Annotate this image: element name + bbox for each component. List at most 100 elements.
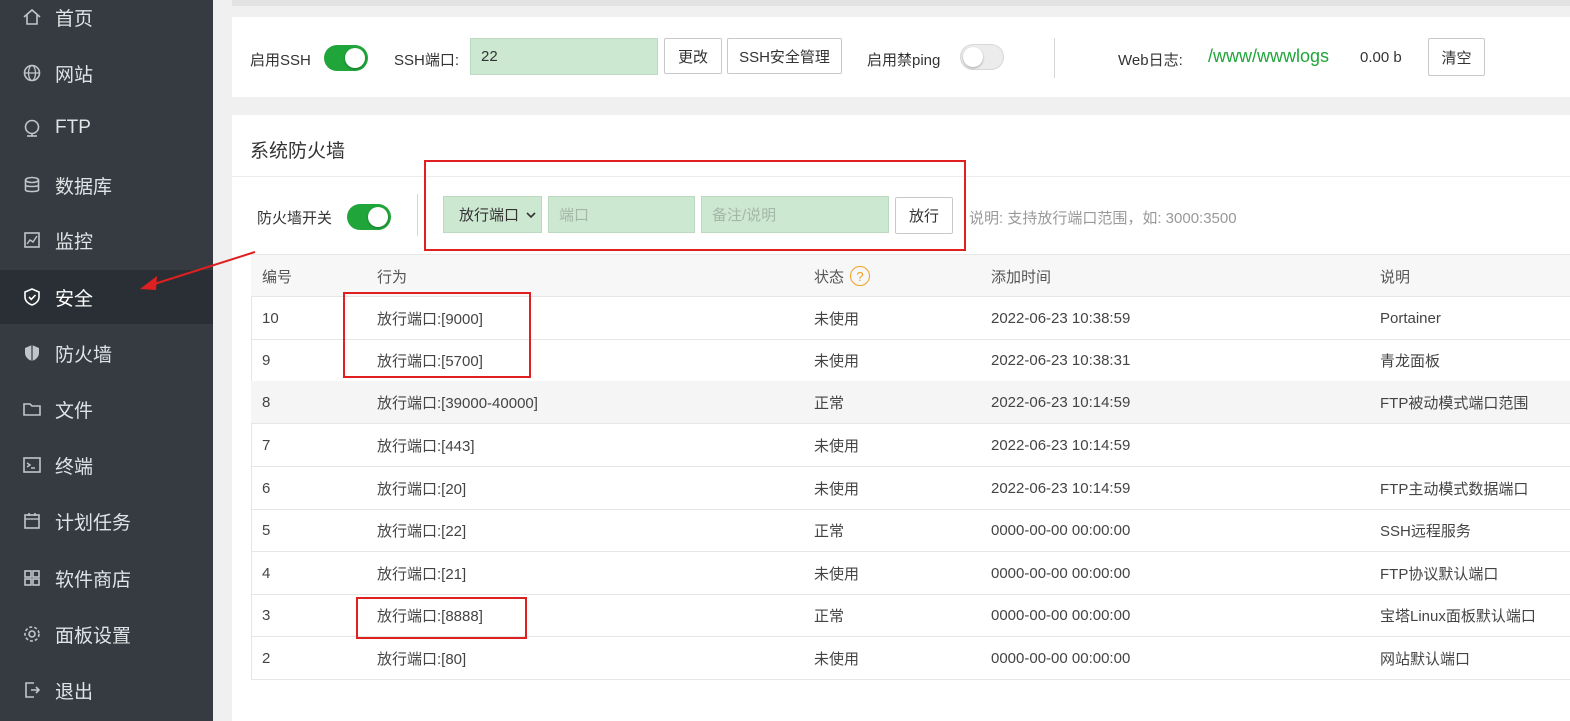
top-strip [232, 0, 1570, 6]
cell-id: 5 [262, 521, 271, 539]
divider [417, 194, 418, 236]
ssh-port-input[interactable]: 22 [470, 38, 658, 75]
ssh-security-manage-button[interactable]: SSH安全管理 [727, 38, 842, 74]
firewall-switch-label: 防火墙开关 [257, 210, 333, 227]
sidebar-item-firewall[interactable]: 防火墙 [0, 326, 213, 380]
gear-icon [22, 624, 42, 644]
cell-action: 放行端口:[80] [377, 650, 467, 668]
sidebar-item-website[interactable]: 网站 [0, 46, 213, 100]
cell-status: 未使用 [814, 437, 860, 455]
logout-icon [22, 680, 42, 700]
sidebar-item-label: 面板设置 [55, 625, 132, 647]
table-row[interactable]: 4 放行端口:[21] 未使用 0000-00-00 00:00:00 FTP协… [251, 552, 1570, 595]
cell-status: 正常 [814, 607, 845, 625]
sidebar-item-label: 退出 [55, 681, 94, 703]
cell-note: Portainer [1380, 309, 1441, 327]
sidebar-item-label: 文件 [55, 400, 94, 422]
sidebar-item-label: 安全 [55, 288, 94, 310]
header-id: 编号 [262, 268, 293, 286]
sidebar-item-label: 计划任务 [55, 512, 132, 534]
sidebar-item-label: 软件商店 [55, 569, 132, 591]
clear-log-button[interactable]: 清空 [1428, 38, 1485, 76]
database-icon [22, 175, 42, 195]
sidebar-item-database[interactable]: 数据库 [0, 158, 213, 212]
monitor-icon [22, 230, 42, 250]
sidebar-item-label: 防火墙 [55, 344, 113, 366]
cell-time: 0000-00-00 00:00:00 [991, 564, 1131, 582]
cell-id: 9 [262, 351, 271, 369]
table-row[interactable]: 7 放行端口:[443] 未使用 2022-06-23 10:14:59 [251, 424, 1570, 467]
help-icon[interactable]: ? [850, 266, 871, 286]
calendar-icon [22, 511, 42, 531]
table-row[interactable]: 6 放行端口:[20] 未使用 2022-06-23 10:14:59 FTP主… [251, 467, 1570, 510]
cell-status: 未使用 [814, 650, 860, 668]
cell-note: FTP主动模式数据端口 [1380, 480, 1529, 498]
sidebar-item-label: 数据库 [55, 176, 113, 198]
shield-check-icon [22, 287, 42, 307]
grid-icon [22, 568, 42, 588]
cell-time: 0000-00-00 00:00:00 [991, 649, 1131, 667]
cell-action: 放行端口:[39000-40000] [377, 394, 538, 412]
cell-id: 8 [262, 393, 271, 411]
cell-id: 4 [262, 564, 271, 582]
sidebar-item-label: 终端 [55, 456, 94, 478]
toggle-knob [345, 48, 365, 68]
sidebar-item-label: 首页 [55, 8, 94, 30]
header-note: 说明 [1380, 268, 1411, 286]
change-port-button[interactable]: 更改 [664, 38, 722, 74]
annotation-box-rows-9000-5700 [343, 292, 531, 378]
ftp-icon [22, 118, 42, 138]
table-row[interactable]: 8 放行端口:[39000-40000] 正常 2022-06-23 10:14… [251, 381, 1570, 424]
sidebar-item-ftp[interactable]: FTP [0, 101, 213, 155]
sidebar-item-cron[interactable]: 计划任务 [0, 494, 213, 548]
cell-time: 2022-06-23 10:14:59 [991, 393, 1131, 411]
cell-status: 未使用 [814, 480, 860, 498]
enable-ssh-label: 启用SSH [250, 52, 311, 69]
sidebar-item-home[interactable]: 首页 [0, 0, 213, 44]
cell-action: 放行端口:[21] [377, 565, 467, 583]
divider [1054, 38, 1055, 78]
cell-action: 放行端口:[22] [377, 522, 467, 540]
toggle-knob [963, 47, 983, 67]
cell-action: 放行端口:[20] [377, 480, 467, 498]
firewall-switch-toggle[interactable] [347, 204, 391, 230]
firewall-shield-icon [22, 343, 42, 363]
web-log-size: 0.00 b [1360, 49, 1402, 66]
table-row[interactable]: 5 放行端口:[22] 正常 0000-00-00 00:00:00 SSH远程… [251, 509, 1570, 552]
web-log-label: Web日志: [1118, 52, 1183, 69]
cell-id: 3 [262, 606, 271, 624]
cell-status: 正常 [814, 394, 845, 412]
table-row[interactable]: 2 放行端口:[80] 未使用 0000-00-00 00:00:00 网站默认… [251, 637, 1570, 680]
cell-time: 2022-06-23 10:14:59 [991, 436, 1131, 454]
sidebar-item-terminal[interactable]: 终端 [0, 438, 213, 492]
terminal-icon [22, 455, 42, 475]
cell-id: 7 [262, 436, 271, 454]
sidebar-item-label: FTP [55, 117, 91, 138]
cell-note: SSH远程服务 [1380, 522, 1471, 540]
cell-time: 2022-06-23 10:38:59 [991, 309, 1131, 327]
cell-id: 10 [262, 309, 279, 327]
header-time: 添加时间 [991, 268, 1052, 286]
sidebar-item-store[interactable]: 软件商店 [0, 551, 213, 605]
cell-note: 网站默认端口 [1380, 650, 1471, 668]
cell-action: 放行端口:[443] [377, 437, 475, 455]
sidebar-item-files[interactable]: 文件 [0, 382, 213, 436]
table-header-row: 编号 行为 状态 ? 添加时间 说明 [251, 254, 1570, 297]
cell-status: 未使用 [814, 352, 860, 370]
cell-status: 正常 [814, 522, 845, 540]
cell-status: 未使用 [814, 565, 860, 583]
ssh-port-label: SSH端口: [394, 52, 460, 69]
annotation-box-port-form [424, 160, 966, 251]
sidebar-item-logout[interactable]: 退出 [0, 663, 213, 717]
sidebar-item-settings[interactable]: 面板设置 [0, 607, 213, 661]
cell-id: 6 [262, 479, 271, 497]
enable-ssh-toggle[interactable] [324, 45, 368, 71]
cell-note: FTP被动模式端口范围 [1380, 394, 1529, 412]
disable-ping-toggle[interactable] [960, 44, 1004, 70]
cell-note: 宝塔Linux面板默认端口 [1380, 607, 1536, 625]
web-log-path-link[interactable]: /www/wwwlogs [1208, 46, 1329, 67]
cell-note: FTP协议默认端口 [1380, 565, 1499, 583]
cell-status: 未使用 [814, 310, 860, 328]
annotation-arrow [140, 251, 256, 290]
cell-time: 0000-00-00 00:00:00 [991, 606, 1131, 624]
